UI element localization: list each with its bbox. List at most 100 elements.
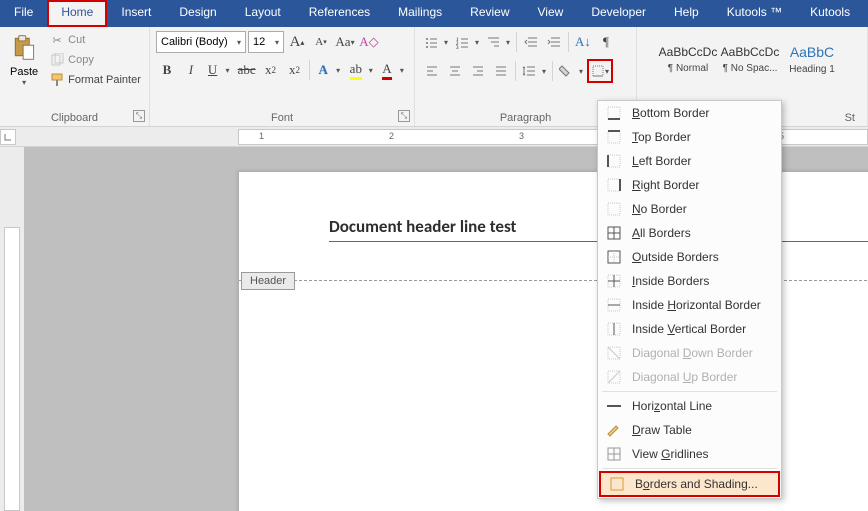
menubar: FileHomeInsertDesignLayoutReferencesMail… (0, 0, 868, 27)
menubar-item-view[interactable]: View (524, 0, 578, 27)
increase-font-button[interactable]: A▴ (286, 31, 308, 53)
menu-item-label: Right Border (632, 178, 699, 192)
menu-item-all-borders[interactable]: All Borders (598, 221, 781, 245)
menu-item-label: View Gridlines (632, 447, 709, 461)
align-left-button[interactable] (421, 60, 443, 82)
menu-item-inside-borders[interactable]: Inside Borders (598, 269, 781, 293)
menubar-item-home[interactable]: Home (47, 0, 107, 27)
menu-item-right-border[interactable]: Right Border (598, 173, 781, 197)
tab-selector[interactable] (0, 129, 16, 145)
menubar-item-insert[interactable]: Insert (107, 0, 165, 27)
style-nospac[interactable]: AaBbCcDc¶ No Spac... (719, 31, 781, 87)
cut-button[interactable]: ✂ Cut (48, 31, 143, 49)
font-dialog-launcher[interactable]: ⤡ (398, 110, 410, 122)
menu-separator (602, 391, 777, 392)
highlight-button[interactable]: ab▾ (346, 59, 376, 81)
shading-button[interactable]: ▾ (556, 60, 586, 82)
copy-button[interactable]: Copy (48, 51, 143, 69)
bold-button[interactable]: B (156, 59, 178, 81)
font-size-arrow: ▾ (275, 38, 279, 47)
menubar-item-file[interactable]: File (0, 0, 47, 27)
underline-button[interactable]: U▾ (204, 59, 234, 81)
menu-item-label: No Border (632, 202, 687, 216)
numbering-button[interactable]: 123▾ (452, 31, 482, 53)
multilevel-list-button[interactable]: ▾ (483, 31, 513, 53)
format-painter-button[interactable]: Format Painter (48, 71, 143, 89)
menubar-item-help[interactable]: Help (660, 0, 713, 27)
style-normal[interactable]: AaBbCcDc¶ Normal (657, 31, 719, 87)
menu-item-no-border[interactable]: No Border (598, 197, 781, 221)
menubar-item-developer[interactable]: Developer (577, 0, 660, 27)
strikethrough-button[interactable]: abc (236, 59, 258, 81)
menu-item-diagonal-down-border: Diagonal Down Border (598, 341, 781, 365)
subscript-button[interactable]: x2 (260, 59, 282, 81)
menu-item-label: Bottom Border (632, 106, 709, 120)
style-preview: AaBbCcDc (659, 45, 718, 59)
paste-icon (10, 33, 38, 64)
menu-item-inside-vertical-border[interactable]: Inside Vertical Border (598, 317, 781, 341)
menu-item-top-border[interactable]: Top Border (598, 125, 781, 149)
menu-item-icon (606, 201, 622, 217)
line-spacing-button[interactable]: ▾ (519, 60, 549, 82)
clipboard-group-label: Clipboard (6, 110, 143, 124)
paste-label: Paste (10, 66, 38, 78)
menubar-item-mailings[interactable]: Mailings (384, 0, 456, 27)
decrease-font-button[interactable]: A▾ (310, 31, 332, 53)
menu-item-horizontal-line[interactable]: Horizontal Line (598, 394, 781, 418)
style-name: ¶ No Spac... (723, 63, 778, 74)
menu-item-icon (606, 422, 622, 438)
menu-item-icon (606, 225, 622, 241)
change-case-button[interactable]: Aa▾ (334, 31, 356, 53)
menubar-item-design[interactable]: Design (165, 0, 230, 27)
format-painter-icon (50, 73, 64, 87)
paste-dropdown-arrow[interactable]: ▾ (22, 78, 26, 87)
menu-item-label: Left Border (632, 154, 691, 168)
font-name-combo[interactable]: Calibri (Body) ▾ (156, 31, 246, 53)
menu-item-diagonal-up-border: Diagonal Up Border (598, 365, 781, 389)
vertical-ruler[interactable] (4, 227, 20, 511)
font-name-arrow: ▾ (237, 38, 241, 47)
text-effects-button[interactable]: A▾ (314, 59, 344, 81)
style-heading1[interactable]: AaBbCHeading 1 (781, 31, 843, 87)
show-marks-button[interactable]: ¶ (595, 31, 617, 53)
ruler-mark: 3 (519, 131, 524, 141)
italic-button[interactable]: I (180, 59, 202, 81)
group-clipboard: Paste ▾ ✂ Cut Copy Form (0, 27, 150, 126)
style-name: Heading 1 (789, 64, 835, 75)
increase-indent-button[interactable] (543, 31, 565, 53)
align-center-button[interactable] (444, 60, 466, 82)
menu-item-draw-table[interactable]: Draw Table (598, 418, 781, 442)
menu-item-left-border[interactable]: Left Border (598, 149, 781, 173)
menu-item-label: Top Border (632, 130, 691, 144)
font-size-combo[interactable]: 12 ▾ (248, 31, 284, 53)
menu-item-outside-borders[interactable]: Outside Borders (598, 245, 781, 269)
menu-item-inside-horizontal-border[interactable]: Inside Horizontal Border (598, 293, 781, 317)
borders-split-button[interactable]: ▾ (587, 59, 613, 83)
menubar-item-layout[interactable]: Layout (231, 0, 295, 27)
bullets-button[interactable]: ▾ (421, 31, 451, 53)
font-color-button[interactable]: A▾ (378, 59, 408, 81)
menubar-item-review[interactable]: Review (456, 0, 523, 27)
menu-item-borders-and-shading[interactable]: Borders and Shading... (599, 471, 780, 497)
superscript-button[interactable]: x2 (284, 59, 306, 81)
menu-item-icon (606, 153, 622, 169)
clipboard-dialog-launcher[interactable]: ⤡ (133, 110, 145, 122)
group-font: Calibri (Body) ▾ 12 ▾ A▴ A▾ Aa▾ A◇ B I U… (150, 27, 415, 126)
menubar-item-kutools[interactable]: Kutools ™ (713, 0, 796, 27)
decrease-indent-button[interactable] (520, 31, 542, 53)
menu-item-icon (609, 476, 625, 492)
clear-formatting-button[interactable]: A◇ (358, 31, 380, 53)
menu-item-label: All Borders (632, 226, 691, 240)
align-right-button[interactable] (467, 60, 489, 82)
header-tab: Header (241, 272, 295, 290)
justify-button[interactable] (490, 60, 512, 82)
paste-button[interactable]: Paste ▾ (6, 31, 42, 89)
sort-button[interactable]: A↓ (572, 31, 594, 53)
ruler-mark: 1 (259, 131, 264, 141)
menu-item-bottom-border[interactable]: Bottom Border (598, 101, 781, 125)
menu-item-view-gridlines[interactable]: View Gridlines (598, 442, 781, 466)
menubar-item-references[interactable]: References (295, 0, 384, 27)
menubar-item-kutools[interactable]: Kutools (796, 0, 864, 27)
menu-item-label: Inside Borders (632, 274, 709, 288)
borders-dropdown-arrow[interactable]: ▾ (605, 67, 609, 76)
